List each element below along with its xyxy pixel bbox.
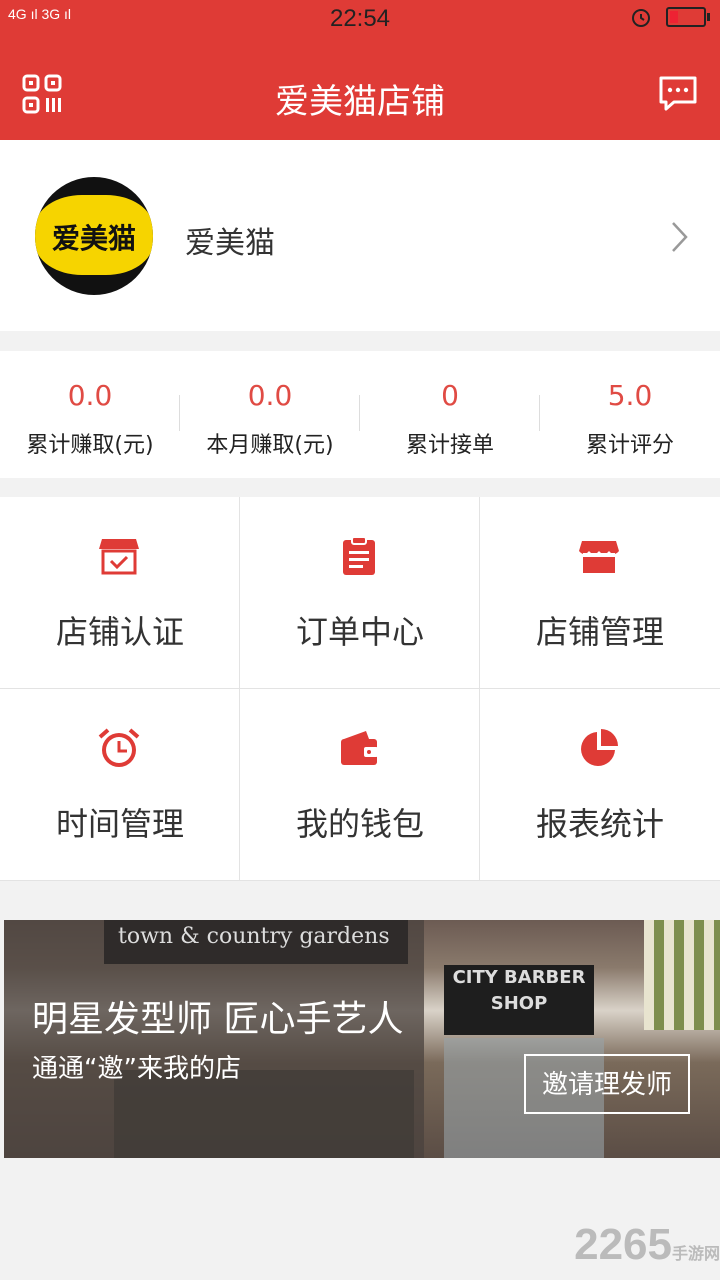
message-icon[interactable] <box>658 74 698 114</box>
store-icon <box>579 541 619 573</box>
clipboard-icon <box>343 536 375 575</box>
store-check-icon <box>99 539 139 575</box>
banner-title: 明星发型师 匠心手艺人 <box>32 999 404 1040</box>
stat-value: 0.0 <box>67 379 113 412</box>
app-bar: 爱美猫店铺 <box>0 40 720 140</box>
menu-label: 时间管理 <box>55 805 184 843</box>
menu-label: 店铺管理 <box>535 613 664 651</box>
menu-label: 订单中心 <box>295 613 424 651</box>
shop-profile-row[interactable]: 爱美猫 爱美猫 <box>0 140 720 331</box>
menu-label: 报表统计 <box>535 805 664 843</box>
stat-value: 0.0 <box>247 379 293 412</box>
banner-subtitle: 通通“邀”来我的店 <box>32 1054 241 1084</box>
alarm-clock-icon <box>98 728 140 767</box>
battery-icon <box>666 7 710 27</box>
stat-rating[interactable]: 5.0 累计评分 <box>540 351 720 478</box>
menu-wallet[interactable]: 我的钱包 <box>240 689 480 881</box>
stat-total-orders[interactable]: 0 累计接单 <box>360 351 540 478</box>
invite-barber-button[interactable]: 邀请理发师 <box>524 1054 690 1114</box>
invite-banner[interactable]: town & country gardens CITY BARBER SHOP … <box>4 920 720 1158</box>
menu-label: 店铺认证 <box>55 613 184 651</box>
alarm-icon <box>632 9 650 27</box>
stat-total-earned[interactable]: 0.0 累计赚取(元) <box>0 351 180 478</box>
stat-label: 累计评分 <box>585 433 674 458</box>
stat-label: 累计赚取(元) <box>26 433 154 458</box>
page-title: 爱美猫店铺 <box>275 82 445 122</box>
stats-bar: 0.0 累计赚取(元) 0.0 本月赚取(元) 0 累计接单 5.0 累计评分 <box>0 351 720 478</box>
menu-report-stats[interactable]: 报表统计 <box>480 689 720 881</box>
avatar: 爱美猫 <box>35 177 153 295</box>
avatar-logo-text: 爱美猫 <box>51 222 136 255</box>
stat-month-earned[interactable]: 0.0 本月赚取(元) <box>180 351 360 478</box>
menu-label: 我的钱包 <box>295 805 424 843</box>
wallet-icon <box>341 731 378 765</box>
menu-store-management[interactable]: 店铺管理 <box>480 497 720 689</box>
stat-label: 累计接单 <box>405 433 494 458</box>
status-bar: 4G ıl 3G ıl 22:54 <box>0 0 720 40</box>
shop-name: 爱美猫 <box>185 226 275 261</box>
chevron-right-icon <box>672 222 688 252</box>
menu-grid: 店铺认证 订单中心 店铺管理 时间管理 我的钱包 报表统计 <box>0 497 720 881</box>
pie-chart-icon <box>581 729 618 766</box>
watermark-main: 2265 <box>574 1220 672 1269</box>
watermark-sub: 手游网 <box>671 1246 720 1263</box>
banner-store-sign: town & country gardens <box>104 920 408 964</box>
banner-barber-sign: CITY BARBER SHOP <box>444 965 594 1035</box>
stat-value: 0 <box>441 379 459 412</box>
menu-order-center[interactable]: 订单中心 <box>240 497 480 689</box>
watermark-logo: 2265手游网 <box>574 1220 720 1270</box>
menu-store-certification[interactable]: 店铺认证 <box>0 497 240 689</box>
menu-time-management[interactable]: 时间管理 <box>0 689 240 881</box>
status-time: 22:54 <box>329 5 391 32</box>
stat-value: 5.0 <box>607 379 653 412</box>
stat-label: 本月赚取(元) <box>206 433 334 458</box>
